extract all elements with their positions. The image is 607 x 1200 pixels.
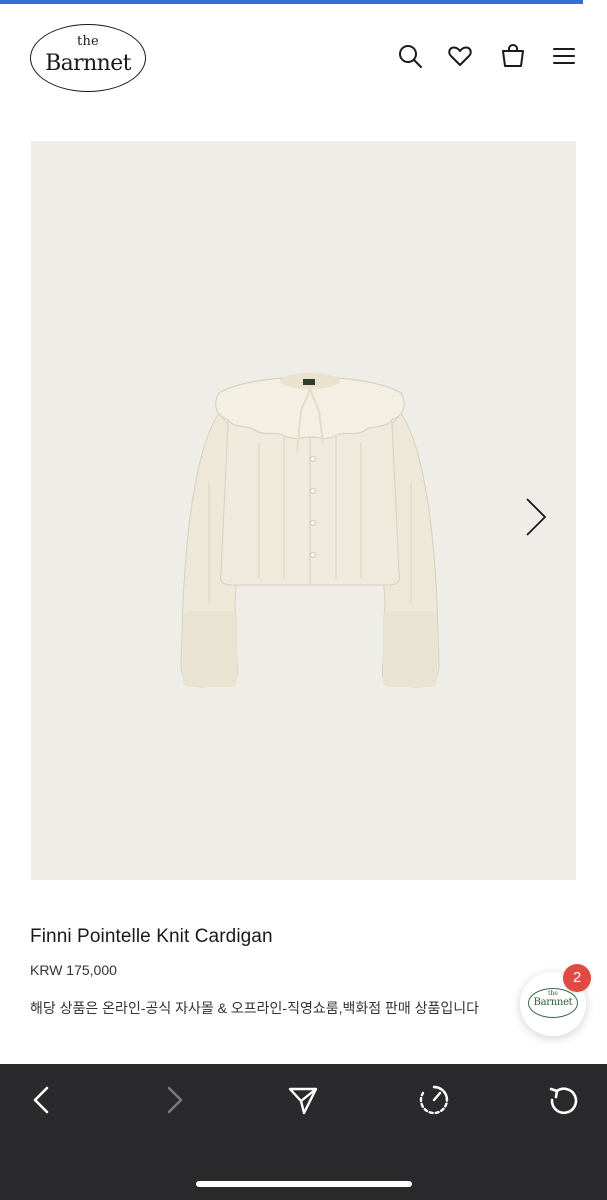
chat-brand-logo: the Barnnet (528, 988, 578, 1018)
back-icon (33, 1086, 49, 1114)
brand-logo[interactable]: the Barnnet (30, 24, 146, 92)
share-icon (288, 1087, 318, 1115)
forward-button[interactable] (156, 1082, 192, 1118)
reload-button[interactable] (546, 1082, 582, 1118)
chat-logo-name: Barnnet (533, 997, 573, 1008)
speed-icon (419, 1085, 449, 1115)
forward-icon (167, 1086, 183, 1114)
brand-logo-article: the (77, 34, 99, 49)
home-indicator (196, 1181, 412, 1187)
chat-unread-badge: 2 (563, 964, 591, 992)
browser-toolbar (0, 1064, 607, 1200)
chevron-right-icon (526, 498, 547, 536)
search-icon[interactable] (396, 42, 424, 70)
shopping-bag-icon[interactable] (499, 42, 527, 70)
page-load-progress (0, 0, 583, 4)
product-title: Finni Pointelle Knit Cardigan (30, 926, 273, 947)
next-image-button[interactable] (521, 495, 549, 539)
chat-logo-article: the (548, 990, 558, 997)
menu-icon[interactable] (550, 42, 578, 70)
top-strip (0, 0, 607, 4)
product-image-gallery[interactable] (31, 141, 576, 880)
back-button[interactable] (24, 1082, 60, 1118)
heart-icon[interactable] (446, 42, 474, 70)
share-button[interactable] (285, 1082, 321, 1118)
speed-button[interactable] (416, 1082, 452, 1118)
product-image (180, 373, 440, 688)
reload-icon (549, 1087, 578, 1115)
product-sales-note: 해당 상품은 온라인-공식 자사몰 & 오프라인-직영쇼룸,백화점 판매 상품입… (30, 1000, 480, 1016)
brand-logo-name: Barnnet (45, 51, 131, 76)
product-price: KRW 175,000 (30, 962, 117, 978)
site-header: the Barnnet (0, 14, 607, 100)
